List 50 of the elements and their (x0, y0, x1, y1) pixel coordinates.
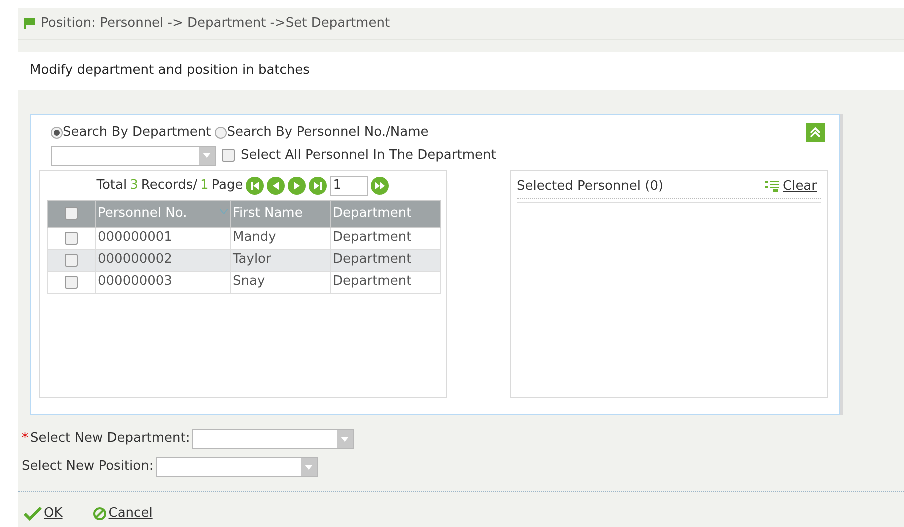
checkbox[interactable] (65, 276, 78, 288)
last-page-icon[interactable] (309, 176, 328, 194)
page-input[interactable]: 1 (330, 176, 368, 196)
description-bar: Modify department and position in batches (18, 52, 904, 90)
table-row[interactable]: 000000002 Taylor Department (48, 249, 440, 271)
radio-label: Search By Personnel No./Name (227, 124, 429, 142)
table-cell: Department (330, 249, 440, 271)
next-page-icon[interactable] (288, 176, 306, 194)
breadcrumb: Position: Personnel -> Department ->Set Department (41, 14, 390, 33)
cancel-icon (92, 506, 107, 521)
checkbox[interactable] (222, 149, 235, 162)
previous-page-icon[interactable] (267, 176, 286, 194)
table-row[interactable]: 000000003 Snay Department (48, 271, 440, 293)
table-cell: 000000002 (96, 249, 230, 271)
flag-icon (24, 18, 35, 29)
collapse-icon[interactable] (806, 123, 825, 142)
cancel-button[interactable]: Cancel (92, 504, 153, 524)
record-count: 3 (130, 176, 138, 195)
table-cell: 000000003 (96, 271, 230, 293)
ok-button[interactable]: OK (24, 504, 63, 524)
table-cell: Snay (230, 271, 330, 293)
go-icon[interactable] (371, 176, 390, 194)
checkbox[interactable] (65, 232, 78, 244)
first-page-icon[interactable] (246, 176, 264, 194)
table-cell: Mandy (230, 227, 330, 249)
table-cell: 000000001 (96, 227, 230, 249)
pager-text: Total (96, 176, 128, 195)
department-dropdown[interactable] (51, 146, 216, 166)
table-cell: Department (330, 271, 440, 293)
radio-label: Search By Department (63, 124, 212, 142)
dropdown-field[interactable] (156, 457, 318, 477)
page-count: 1 (200, 176, 209, 195)
radio-button[interactable] (215, 126, 228, 139)
panel-title: Selected Personnel (0) (517, 178, 664, 196)
table-row[interactable]: 000000001 Mandy Department (48, 227, 440, 249)
pager-text: Records/ (141, 176, 198, 195)
checkbox[interactable] (65, 254, 78, 266)
table-cell: Taylor (230, 249, 330, 271)
checkbox-label: Select All Personnel In The Department (241, 146, 496, 165)
required-mark: * (22, 430, 28, 448)
table-cell: Department (330, 227, 440, 249)
clear-link[interactable]: Clear (783, 176, 817, 196)
radio-button[interactable] (51, 126, 63, 139)
check-icon (24, 506, 42, 521)
dropdown-field[interactable] (192, 429, 354, 449)
field-label: Select New Department: (30, 430, 190, 448)
field-label: Select New Position: (22, 458, 154, 476)
pager-text: Page (212, 176, 244, 195)
checkbox[interactable] (65, 207, 78, 220)
list-icon (765, 180, 780, 192)
